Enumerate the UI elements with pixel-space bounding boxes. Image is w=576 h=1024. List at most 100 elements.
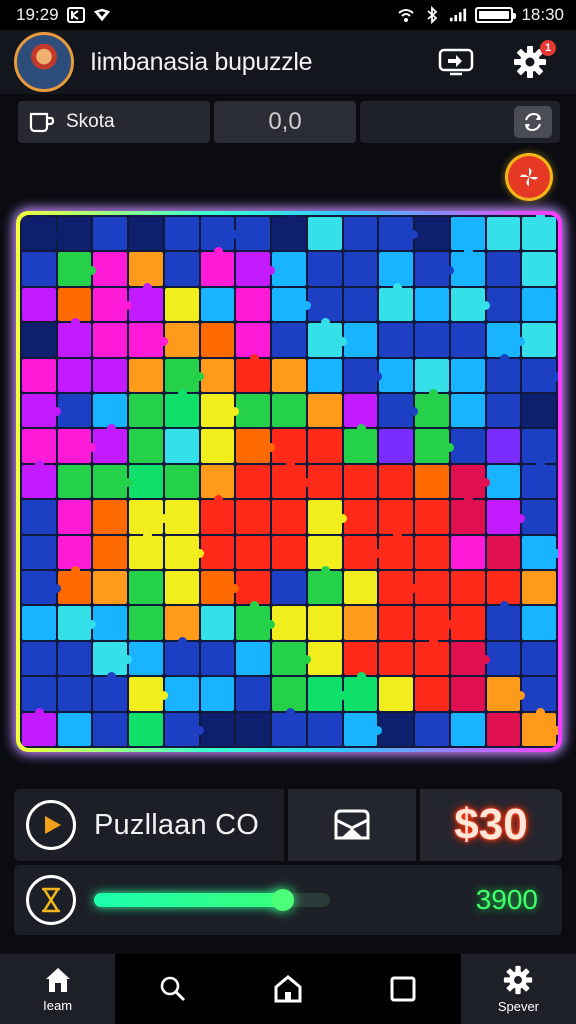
puzzle-piece[interactable]	[307, 252, 342, 286]
puzzle-piece[interactable]	[522, 459, 556, 499]
puzzle-piece[interactable]	[307, 358, 342, 392]
puzzle-piece[interactable]	[450, 571, 485, 605]
puzzle-piece[interactable]	[379, 217, 418, 251]
puzzle-piece[interactable]	[236, 217, 271, 251]
puzzle-piece[interactable]	[450, 323, 485, 357]
puzzle-piece[interactable]	[307, 464, 342, 499]
puzzle-piece[interactable]	[307, 287, 342, 322]
puzzle-piece[interactable]	[93, 571, 128, 605]
progress-slider[interactable]	[94, 889, 330, 911]
puzzle-piece[interactable]	[200, 394, 240, 428]
puzzle-piece[interactable]	[486, 601, 521, 640]
puzzle-piece[interactable]	[57, 500, 92, 534]
puzzle-piece[interactable]	[307, 429, 342, 463]
puzzle-piece[interactable]	[22, 677, 56, 711]
puzzle-piece[interactable]	[307, 318, 347, 357]
puzzle-piece[interactable]	[415, 636, 449, 676]
puzzle-piece[interactable]	[379, 429, 414, 463]
puzzle-piece[interactable]	[164, 636, 199, 676]
puzzle-piece[interactable]	[129, 252, 163, 286]
puzzle-piece[interactable]	[379, 677, 414, 711]
puzzle-piece[interactable]	[415, 571, 449, 605]
puzzle-piece[interactable]	[22, 252, 56, 286]
puzzle-piece[interactable]	[450, 606, 485, 640]
puzzle-piece[interactable]	[129, 282, 163, 322]
puzzle-piece[interactable]	[93, 394, 128, 428]
puzzle-piece[interactable]	[379, 530, 414, 569]
puzzle-piece[interactable]	[343, 287, 378, 322]
puzzle-piece[interactable]	[22, 707, 56, 746]
puzzle-piece[interactable]	[129, 464, 163, 499]
puzzle-piece[interactable]	[450, 677, 485, 711]
puzzle-piece[interactable]	[93, 287, 132, 322]
puzzle-piece[interactable]	[129, 217, 163, 251]
nav-item-team[interactable]: Ieam	[0, 954, 116, 1024]
puzzle-piece[interactable]	[450, 495, 485, 534]
puzzle-piece[interactable]	[200, 358, 235, 392]
puzzle-piece[interactable]	[57, 287, 92, 322]
puzzle-piece[interactable]	[93, 500, 128, 534]
puzzle-piece[interactable]	[307, 500, 347, 534]
puzzle-piece[interactable]	[343, 394, 378, 428]
puzzle-piece[interactable]	[272, 358, 306, 392]
puzzle-piece[interactable]	[236, 712, 271, 746]
puzzle-piece[interactable]	[129, 677, 168, 711]
puzzle-piece[interactable]	[129, 500, 168, 534]
puzzle-piece[interactable]	[272, 323, 306, 357]
puzzle-piece[interactable]	[93, 358, 128, 392]
puzzle-piece[interactable]	[415, 677, 449, 711]
puzzle-piece[interactable]	[200, 217, 240, 251]
puzzle-piece[interactable]	[57, 712, 92, 746]
puzzle-piece[interactable]	[200, 247, 235, 286]
puzzle-piece[interactable]	[93, 217, 128, 251]
puzzle-piece[interactable]	[343, 712, 383, 746]
puzzle-piece[interactable]	[22, 394, 61, 428]
gift-button[interactable]	[288, 789, 416, 861]
puzzle-piece[interactable]	[415, 358, 449, 392]
puzzle-piece[interactable]	[450, 712, 485, 746]
puzzle-piece[interactable]	[129, 712, 163, 746]
puzzle-piece[interactable]	[129, 641, 163, 676]
puzzle-piece[interactable]	[57, 464, 92, 499]
puzzle-piece[interactable]	[93, 641, 132, 676]
puzzle-piece[interactable]	[522, 252, 556, 286]
puzzle-piece[interactable]	[379, 606, 414, 640]
puzzle-piece[interactable]	[200, 429, 235, 463]
avatar[interactable]	[14, 32, 74, 92]
puzzle-piece[interactable]	[164, 535, 204, 569]
puzzle-piece[interactable]	[450, 641, 490, 676]
puzzle-piece[interactable]	[450, 394, 485, 428]
puzzle-piece[interactable]	[57, 677, 92, 711]
puzzle-piece[interactable]	[272, 606, 306, 640]
puzzle-piece[interactable]	[522, 500, 556, 534]
puzzle-piece[interactable]	[236, 252, 275, 286]
progress-handle[interactable]	[271, 889, 294, 911]
puzzle-piece[interactable]	[236, 394, 271, 428]
puzzle-piece[interactable]	[522, 323, 556, 357]
puzzle-piece[interactable]	[164, 252, 199, 286]
puzzle-piece[interactable]	[522, 606, 556, 640]
puzzle-piece[interactable]	[200, 641, 235, 676]
puzzle-piece[interactable]	[486, 252, 521, 286]
puzzle-piece[interactable]	[200, 606, 235, 640]
puzzle-piece[interactable]	[129, 530, 163, 569]
puzzle-piece[interactable]	[522, 287, 556, 322]
puzzle-piece[interactable]	[236, 353, 271, 392]
puzzle-piece[interactable]	[164, 677, 199, 711]
puzzle-piece[interactable]	[22, 215, 61, 251]
puzzle-piece[interactable]	[486, 535, 521, 569]
puzzle-piece[interactable]	[57, 318, 92, 357]
puzzle-piece[interactable]	[450, 287, 490, 322]
puzzle-piece[interactable]	[22, 358, 56, 392]
puzzle-piece[interactable]	[200, 323, 235, 357]
puzzle-piece[interactable]	[450, 247, 485, 286]
puzzle-piece[interactable]	[236, 677, 271, 711]
puzzle-piece[interactable]	[236, 641, 271, 676]
puzzle-piece[interactable]	[93, 712, 128, 746]
puzzle-piece[interactable]	[200, 535, 235, 569]
puzzle-piece[interactable]	[272, 677, 306, 711]
puzzle-piece[interactable]	[236, 601, 275, 640]
puzzle-piece[interactable]	[415, 464, 449, 499]
puzzle-piece[interactable]	[415, 500, 449, 534]
puzzle-piece[interactable]	[486, 323, 525, 357]
